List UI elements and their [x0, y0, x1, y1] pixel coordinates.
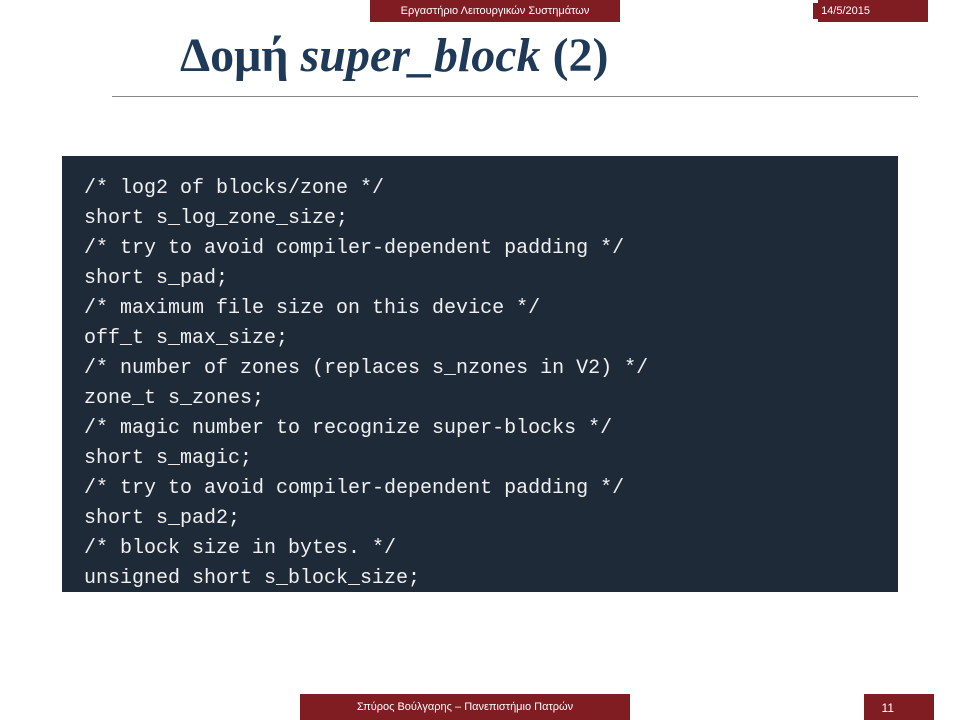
code-line: short s_log_zone_size;	[84, 207, 348, 230]
code-line: short s_pad;	[84, 267, 228, 290]
footer-author: Σπύρος Βούλγαρης – Πανεπιστήμιο Πατρών	[357, 701, 573, 713]
title-suffix: (2)	[541, 29, 609, 82]
header-date: 14/5/2015	[813, 3, 878, 19]
title-underline	[112, 96, 918, 97]
code-line: /* magic number to recognize super-block…	[84, 417, 612, 440]
slide-title: Δομή super_block (2)	[180, 28, 609, 83]
title-prefix: Δομή	[180, 29, 301, 82]
code-line: unsigned short s_block_size;	[84, 567, 420, 590]
code-line: /* number of zones (replaces s_nzones in…	[84, 357, 648, 380]
title-italic: super_block	[301, 29, 541, 82]
slide-title-area: Δομή super_block (2)	[180, 28, 609, 83]
page-number: 11	[882, 701, 894, 715]
code-line: /* try to avoid compiler-dependent paddi…	[84, 477, 624, 500]
code-line: off_t s_max_size;	[84, 327, 288, 350]
header-date-bar: 14/5/2015	[818, 0, 928, 22]
code-block: /* log2 of blocks/zone */ short s_log_zo…	[62, 156, 898, 592]
code-line: short s_pad2;	[84, 507, 240, 530]
code-line: /* log2 of blocks/zone */	[84, 177, 384, 200]
code-line: /* try to avoid compiler-dependent paddi…	[84, 237, 624, 260]
footer-page-bar: 11	[864, 694, 934, 720]
footer-author-bar: Σπύρος Βούλγαρης – Πανεπιστήμιο Πατρών	[300, 694, 630, 720]
code-line: short s_magic;	[84, 447, 252, 470]
header-lab-text: Εργαστήριο Λειτουργικών Συστημάτων	[401, 5, 590, 17]
code-line: /* block size in bytes. */	[84, 537, 396, 560]
code-line: zone_t s_zones;	[84, 387, 264, 410]
header-lab-bar: Εργαστήριο Λειτουργικών Συστημάτων	[370, 0, 620, 22]
slide: Εργαστήριο Λειτουργικών Συστημάτων 14/5/…	[0, 0, 960, 720]
code-line: /* maximum file size on this device */	[84, 297, 540, 320]
